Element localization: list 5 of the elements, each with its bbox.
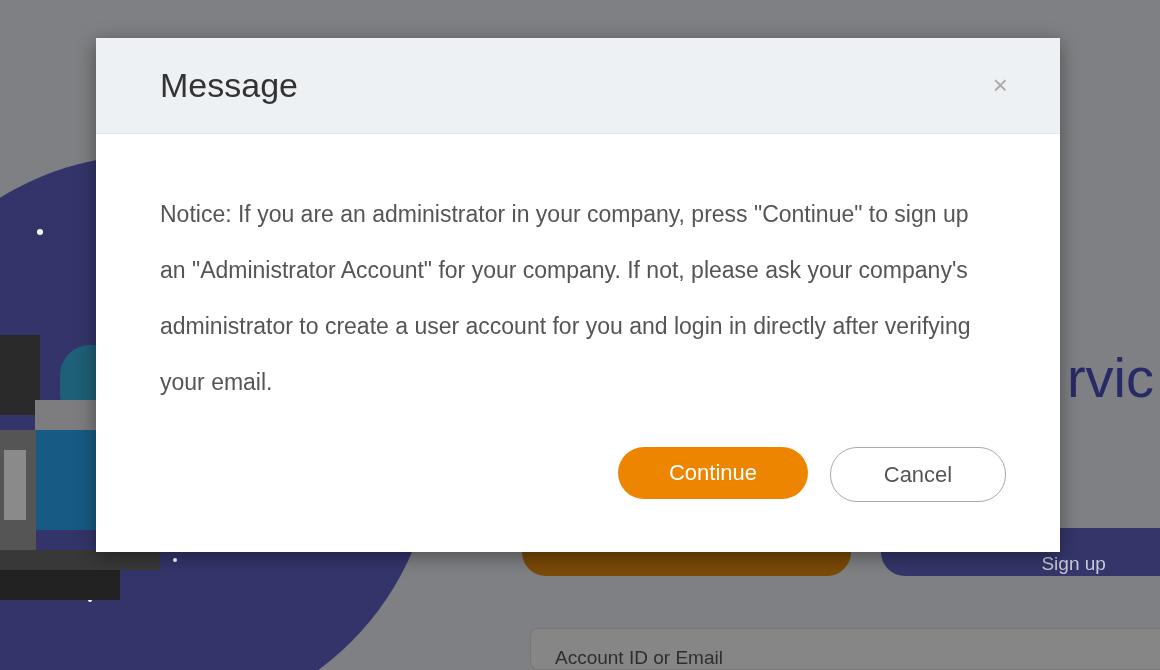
account-field[interactable]: Account ID or Email bbox=[530, 628, 1160, 670]
page-heading: rvic bbox=[1066, 345, 1154, 411]
cancel-button[interactable]: Cancel bbox=[830, 447, 1006, 502]
dialog-title: Message bbox=[160, 66, 298, 105]
dialog-message: Notice: If you are an administrator in your company, press "Continue" to sign up an "Administrator Account" for your company. If not, please ask your company's administrator to create a user account for you and login in directly after verifying your email. bbox=[159, 200, 972, 397]
